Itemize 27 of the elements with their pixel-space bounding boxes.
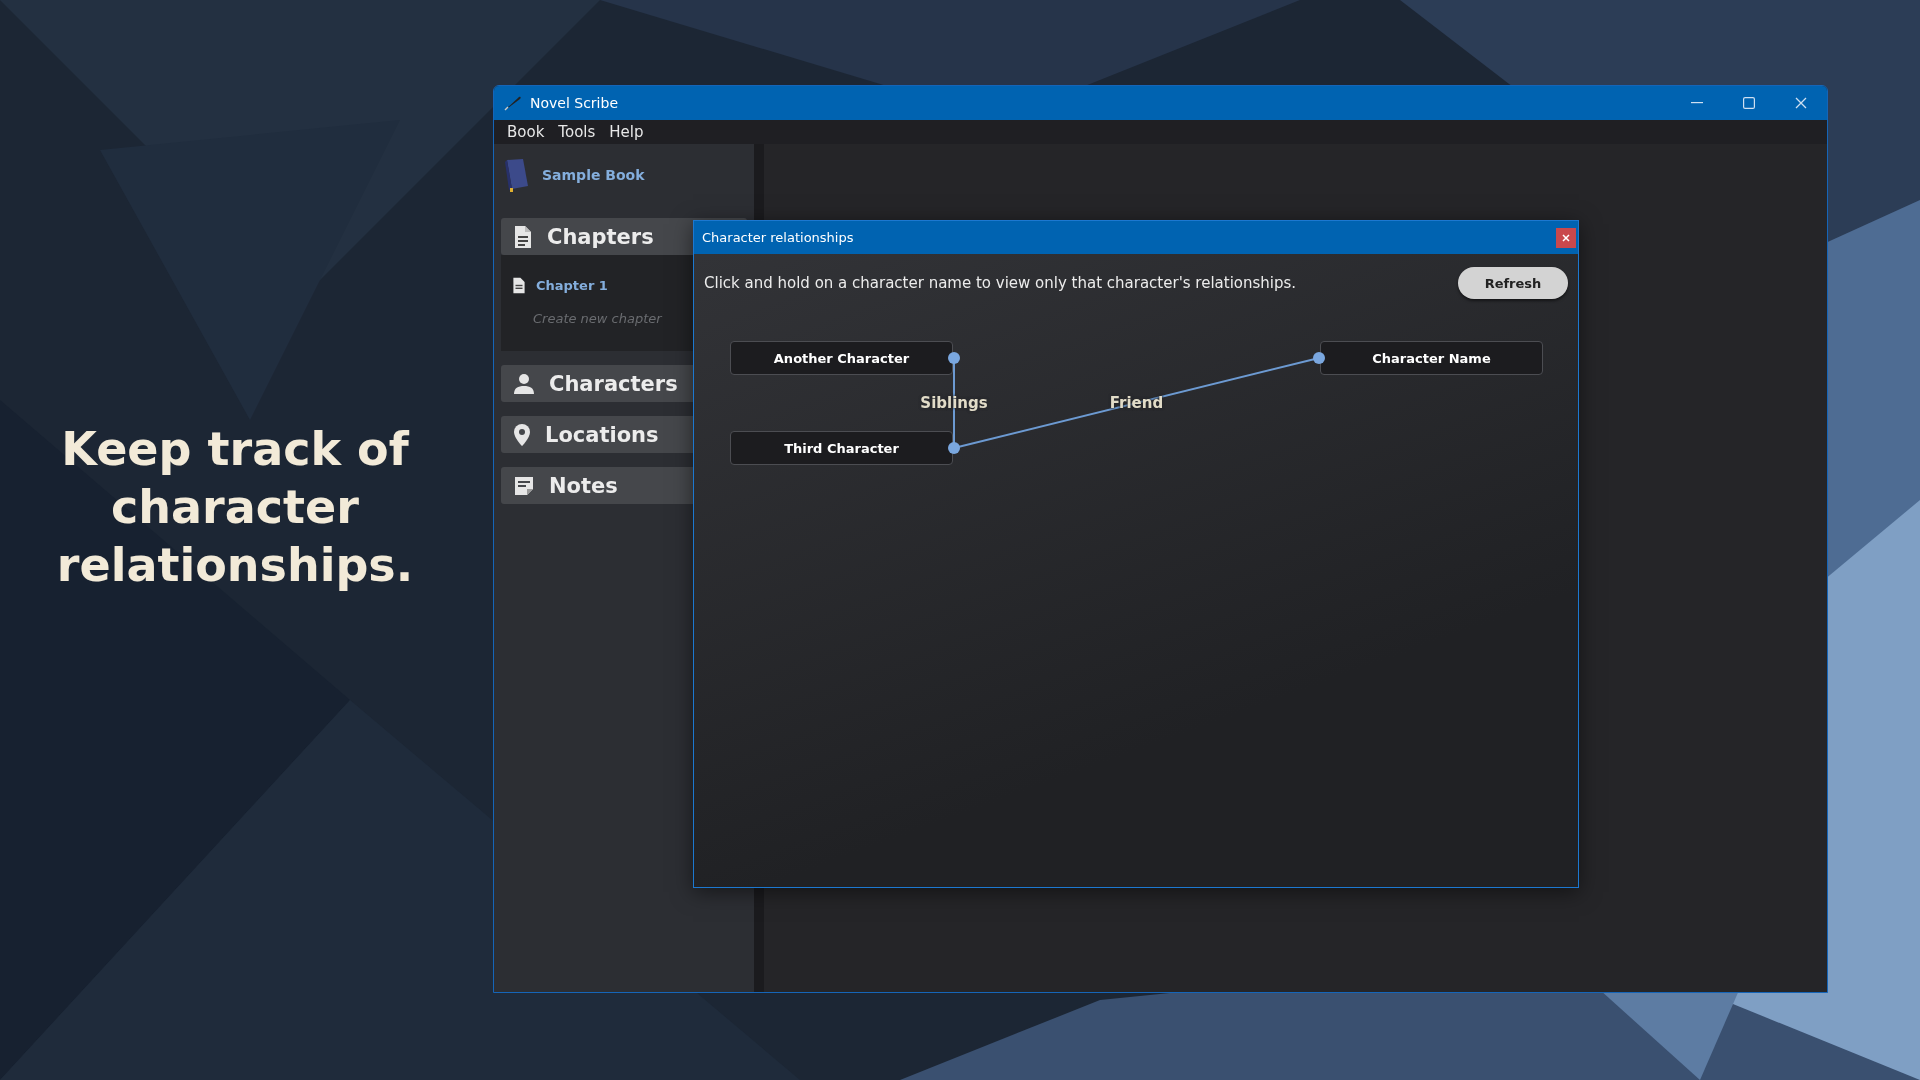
minimize-icon	[1691, 102, 1703, 104]
location-pin-icon	[513, 422, 531, 447]
menu-item[interactable]: Help	[602, 123, 651, 141]
close-button[interactable]	[1556, 227, 1576, 248]
character-node[interactable]: Character Name	[1320, 341, 1543, 375]
promo-text: Keep track of character relationships.	[55, 421, 415, 594]
window-title: Novel Scribe	[530, 95, 619, 111]
chapter-item[interactable]: Chapter 1	[536, 277, 608, 293]
connector-dot[interactable]	[948, 442, 960, 454]
character-node[interactable]: Third Character	[730, 431, 953, 465]
person-icon	[513, 372, 535, 395]
close-icon	[1795, 97, 1807, 109]
feather-icon	[504, 95, 522, 111]
character-node[interactable]: Another Character	[730, 341, 953, 375]
book-title[interactable]: Sample Book	[542, 167, 645, 183]
maximize-icon	[1743, 97, 1755, 109]
book-icon	[504, 158, 530, 192]
document-icon	[512, 276, 526, 294]
connector-dot[interactable]	[948, 352, 960, 364]
connector-dot[interactable]	[1313, 352, 1325, 364]
refresh-button[interactable]: Refresh	[1458, 267, 1568, 299]
menu-item[interactable]: Book	[500, 123, 552, 141]
note-icon	[513, 474, 535, 497]
document-icon	[513, 224, 533, 249]
menu-item[interactable]: Tools	[551, 123, 603, 141]
close-icon	[1562, 233, 1570, 242]
instruction-text: Click and hold on a character name to view only that character's relationships.	[704, 274, 1297, 292]
